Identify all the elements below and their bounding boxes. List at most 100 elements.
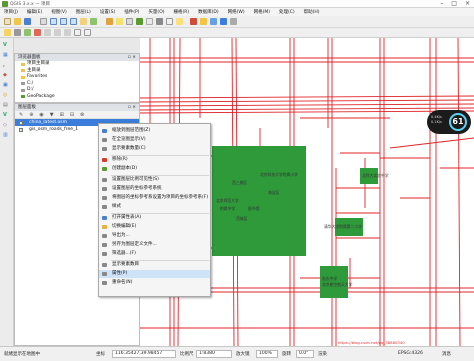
save-project-icon[interactable] <box>24 18 31 25</box>
identify-icon[interactable] <box>106 18 113 25</box>
measure-icon[interactable] <box>156 18 163 25</box>
plugin-icon[interactable] <box>220 18 227 25</box>
magnifier-field[interactable]: 100% <box>256 350 278 358</box>
add-vector-layer-icon[interactable]: V <box>3 42 11 49</box>
context-menu-item[interactable]: 在全览图显示(V) <box>99 136 210 144</box>
context-menu-item[interactable]: 显示要素数目 <box>99 261 210 269</box>
menu-help[interactable]: 帮助(H) <box>304 9 320 15</box>
minimize-icon[interactable]: – <box>440 0 443 7</box>
statistics-icon[interactable] <box>166 18 173 25</box>
add-virtual-layer-icon[interactable]: ◇ <box>3 122 11 129</box>
zoom-in-icon[interactable] <box>50 18 57 25</box>
add-feature-icon[interactable] <box>24 29 31 36</box>
cut-feature-icon[interactable] <box>44 29 51 36</box>
annotation-icon[interactable] <box>176 18 183 25</box>
field-calculator-icon[interactable] <box>146 18 153 25</box>
zoom-out-icon[interactable] <box>60 18 67 25</box>
menu-item-icon <box>102 187 107 191</box>
add-mesh-layer-icon[interactable]: ▥ <box>3 132 11 139</box>
context-menu-item[interactable]: 将图层的坐标参考系设置为项目的坐标参考系(F) <box>99 194 210 202</box>
add-postgis-icon[interactable]: ▣ <box>3 82 11 89</box>
context-menu-item[interactable]: 导出为... <box>99 232 210 240</box>
context-menu-item[interactable]: 切换编辑(E) <box>99 223 210 231</box>
add-spatialite-icon[interactable]: ◆ <box>3 72 11 79</box>
context-menu-item[interactable]: 重命名(N) <box>99 279 210 287</box>
menu-edit[interactable]: 编辑(E) <box>27 9 42 15</box>
menu-plugins[interactable]: 插件(P) <box>124 9 139 15</box>
context-menu-item[interactable]: 筛选器...(F) <box>99 250 210 258</box>
style-icon[interactable]: ✎ <box>19 112 23 118</box>
copy-feature-icon[interactable] <box>54 29 61 36</box>
delete-feature-icon[interactable] <box>34 29 41 36</box>
browser-item[interactable]: GeoPackage <box>15 94 139 101</box>
add-wcs-icon[interactable]: ▤ <box>3 102 11 109</box>
menu-raster[interactable]: 栅格(R) <box>174 9 190 15</box>
settings-icon[interactable] <box>230 18 237 25</box>
add-delimited-text-icon[interactable]: , <box>3 62 11 69</box>
menu-mesh[interactable]: 网格(M) <box>254 9 270 15</box>
status-bar: 就绪显示在地图中 坐标 116.35427,39.98457 比例尺 1:838… <box>0 346 474 361</box>
panel-close-icon[interactable]: ▫ × <box>128 104 136 111</box>
select-feature-icon[interactable] <box>116 18 123 25</box>
coordinate-field[interactable]: 116.35427,39.98457 <box>112 350 176 358</box>
menu-item-icon <box>102 243 107 247</box>
rotation-field[interactable]: 0.0° <box>296 350 314 358</box>
zoom-layer-icon[interactable] <box>80 18 87 25</box>
menu-settings[interactable]: 设置(S) <box>100 9 115 15</box>
menu-processing[interactable]: 处理(C) <box>279 9 295 15</box>
maximize-icon[interactable]: □ <box>451 0 457 7</box>
attribute-table-icon[interactable] <box>136 18 143 25</box>
save-edits-icon[interactable] <box>14 29 21 36</box>
context-menu-item[interactable]: 移除(R) <box>99 156 210 164</box>
menu-database[interactable]: 数据库(D) <box>198 9 218 15</box>
menu-layer[interactable]: 图层(L) <box>76 9 91 15</box>
python-console-icon[interactable] <box>210 18 217 25</box>
zoom-full-icon[interactable] <box>70 18 77 25</box>
context-menu-item[interactable]: 属性(P) <box>99 270 210 278</box>
messages-button[interactable]: 消息 <box>442 351 451 357</box>
refresh-icon[interactable] <box>90 18 97 25</box>
paste-feature-icon[interactable] <box>64 29 71 36</box>
map-tips-icon[interactable] <box>190 18 197 25</box>
menu-web[interactable]: 网络(W) <box>228 9 245 15</box>
context-menu-item[interactable]: 另存为图层定义文件... <box>99 241 210 249</box>
edit-pencil-icon[interactable] <box>4 29 11 36</box>
context-menu-item[interactable]: 打开属性表(A) <box>99 214 210 222</box>
collapse-icon[interactable]: ⊟ <box>70 112 74 118</box>
new-shapefile-icon[interactable]: V <box>3 112 11 119</box>
close-icon[interactable]: × <box>465 0 470 7</box>
crs-button[interactable]: EPSG:4326 <box>398 351 423 356</box>
render-checkbox-label[interactable]: 渲染 <box>318 351 327 357</box>
panel-close-icon[interactable]: ▫ × <box>128 54 136 61</box>
layer-checkbox[interactable]: ✓ <box>19 127 23 132</box>
eye-icon[interactable]: ◉ <box>39 112 43 118</box>
open-project-icon[interactable] <box>14 18 21 25</box>
context-menu-item[interactable]: 缩放到图层范围(Z) <box>99 127 210 135</box>
pan-map-icon[interactable] <box>40 18 47 25</box>
remove-layer-icon[interactable]: ⊗ <box>80 112 84 118</box>
redo-icon[interactable] <box>84 29 91 36</box>
deselect-icon[interactable] <box>126 18 133 25</box>
title-bar: QGIS 3.x.x — 项目 – □ × <box>0 0 474 8</box>
new-project-icon[interactable] <box>4 18 11 25</box>
context-menu-item[interactable]: 创建副本(D) <box>99 165 210 173</box>
network-speed-widget[interactable]: 0.4K/s 0.1K/s 61 <box>427 110 471 134</box>
expand-icon[interactable]: ⊞ <box>60 112 64 118</box>
layer-checkbox[interactable]: ✓ <box>19 120 23 125</box>
undo-icon[interactable] <box>74 29 81 36</box>
context-menu-item[interactable]: 设置图层比例可见性(S) <box>99 176 210 184</box>
menu-project[interactable]: 项目(J) <box>4 9 18 15</box>
filter-icon[interactable]: ▼ <box>50 112 54 118</box>
add-group-icon[interactable]: ⊕ <box>29 112 33 118</box>
add-raster-layer-icon[interactable]: ▦ <box>3 52 11 59</box>
context-menu-item[interactable]: 显示要素数量(C) <box>99 145 210 153</box>
label-icon[interactable] <box>200 18 207 25</box>
scale-field[interactable]: 1:8380 <box>196 350 232 358</box>
add-wms-icon[interactable]: ◎ <box>3 92 11 99</box>
folder-icon <box>21 69 25 72</box>
context-menu-item[interactable]: 样式 <box>99 203 210 211</box>
context-menu-item[interactable]: 设置图层的坐标参考系统 <box>99 185 210 193</box>
menu-item-icon <box>102 147 107 151</box>
menu-view[interactable]: 视图(V) <box>51 9 67 15</box>
menu-vector[interactable]: 矢量(O) <box>148 9 164 15</box>
